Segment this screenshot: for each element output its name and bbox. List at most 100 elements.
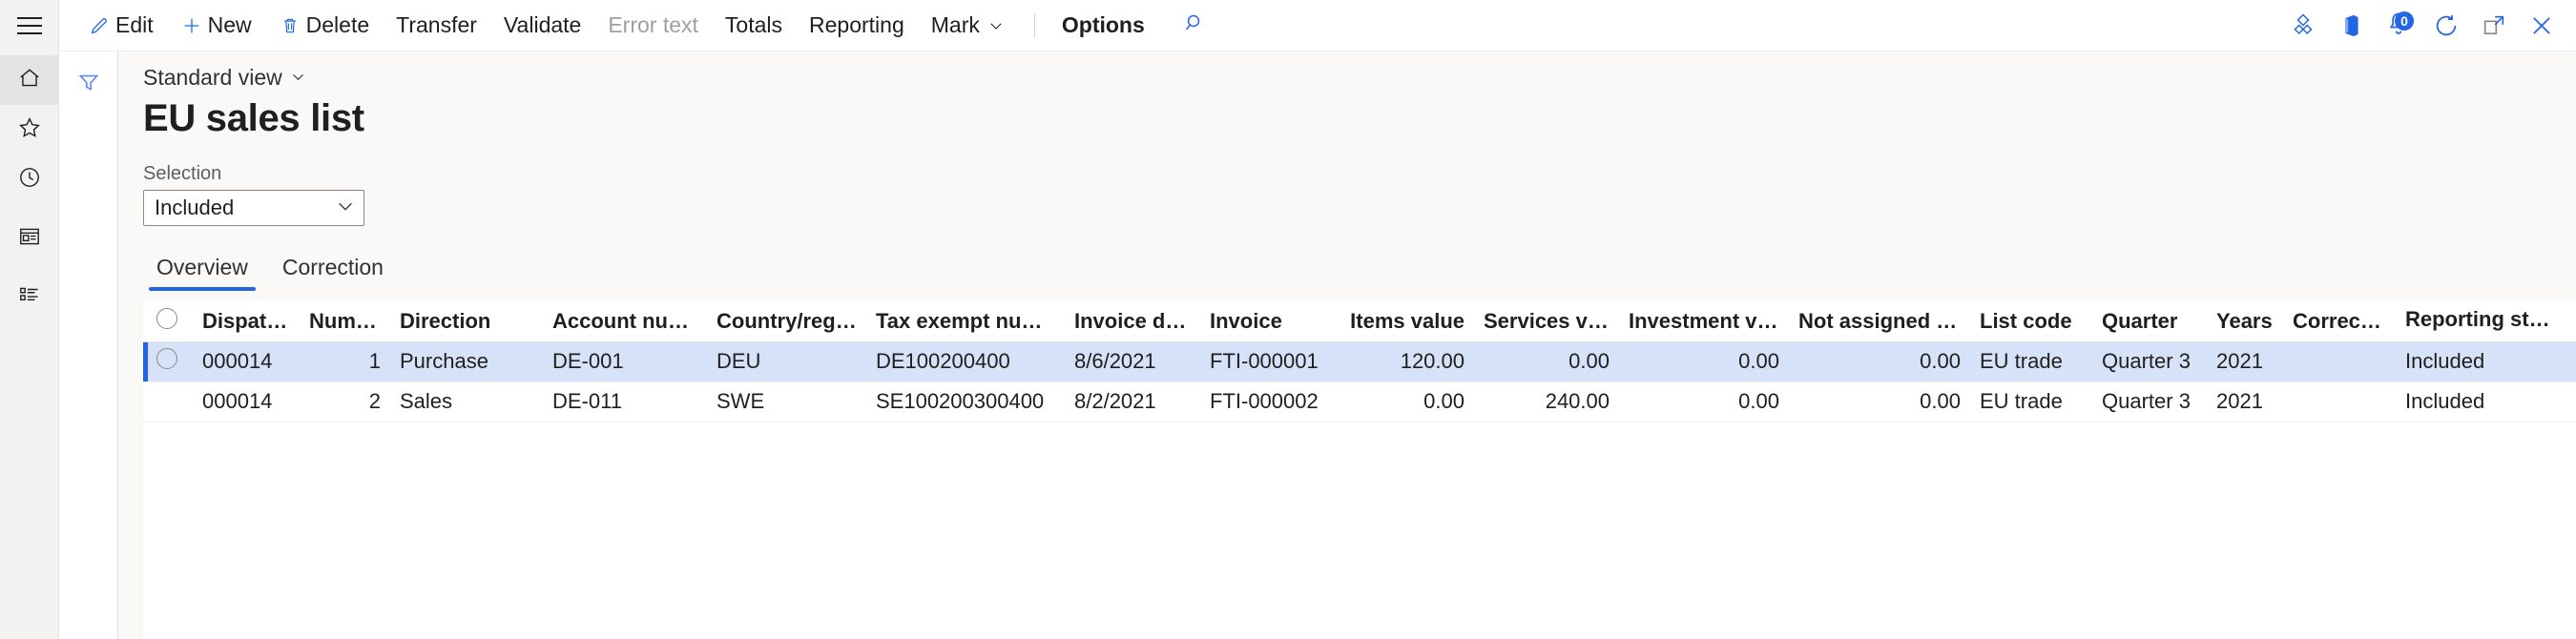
- options-label: Options: [1062, 14, 1145, 36]
- workspace-icon: [17, 224, 42, 254]
- cell-not-assigned-value: 0.00: [1789, 341, 1970, 381]
- command-bar-right-icons: 0: [2282, 0, 2563, 52]
- tab-correction[interactable]: Correction: [269, 249, 397, 291]
- edit-button[interactable]: Edit: [74, 7, 167, 45]
- selection-label: Selection: [143, 163, 2576, 185]
- cell-status-check: [2567, 341, 2576, 381]
- cell-investment-value: 0.00: [1619, 381, 1789, 422]
- mark-menu-button[interactable]: Mark: [918, 7, 1021, 45]
- grid-container: Dispatch Number Direction Account number…: [143, 300, 2576, 639]
- share-diamond-icon[interactable]: [2282, 5, 2324, 47]
- cell-investment-value: 0.00: [1619, 341, 1789, 381]
- column-header-dispatch[interactable]: Dispatch: [193, 301, 300, 341]
- filter-pane-button[interactable]: [59, 65, 118, 103]
- cell-services-value: 240.00: [1474, 381, 1619, 422]
- trash-icon: [279, 14, 301, 37]
- reporting-button[interactable]: Reporting: [796, 7, 918, 45]
- view-selector-label: Standard view: [143, 65, 282, 91]
- sidebar-item-recent[interactable]: [0, 155, 59, 204]
- column-header-items-value[interactable]: Items value: [1336, 301, 1474, 341]
- cell-items-value: 0.00: [1336, 381, 1474, 422]
- totals-button[interactable]: Totals: [712, 7, 796, 45]
- cell-years: 2021: [2207, 341, 2283, 381]
- column-header-country-region[interactable]: Country/region: [707, 301, 866, 341]
- cell-services-value: 0.00: [1474, 341, 1619, 381]
- view-selector[interactable]: Standard view: [143, 65, 306, 91]
- column-header-not-assigned-value[interactable]: Not assigned value: [1789, 301, 1970, 341]
- validate-label: Validate: [504, 14, 581, 36]
- nav-spacer-2: [0, 263, 58, 273]
- column-header-corrected[interactable]: Corrected: [2283, 301, 2396, 341]
- transfer-button[interactable]: Transfer: [383, 7, 490, 45]
- column-header-tax-exempt-number[interactable]: Tax exempt number: [866, 301, 1065, 341]
- cell-account-number[interactable]: DE-011: [543, 381, 707, 422]
- table-row[interactable]: 000014 2 Sales DE-011 SWE SE100200300400…: [143, 381, 2576, 422]
- totals-label: Totals: [725, 14, 782, 36]
- cell-tax-exempt-number[interactable]: DE100200400: [866, 341, 1065, 381]
- main-menu-button[interactable]: [0, 0, 59, 52]
- refresh-icon[interactable]: [2425, 5, 2467, 47]
- sidebar-item-workspaces[interactable]: [0, 214, 59, 263]
- table-row[interactable]: 000014 1 Purchase DE-001 DEU DE100200400…: [143, 341, 2576, 381]
- cell-number: 1: [300, 341, 390, 381]
- row-select-cell[interactable]: [143, 341, 193, 381]
- cell-invoice: FTI-000002: [1200, 381, 1336, 422]
- grid-body: 000014 1 Purchase DE-001 DEU DE100200400…: [143, 341, 2576, 422]
- column-header-invoice[interactable]: Invoice: [1200, 301, 1336, 341]
- grid-options-button[interactable]: [2567, 301, 2576, 341]
- filter-funnel-icon: [76, 70, 101, 99]
- cell-reporting-status: Included: [2396, 341, 2567, 381]
- cell-tax-exempt-number[interactable]: SE100200300400: [866, 381, 1065, 422]
- office-app-icon[interactable]: [2330, 5, 2372, 47]
- sidebar-item-modules[interactable]: [0, 273, 59, 322]
- new-button[interactable]: New: [167, 7, 265, 45]
- column-header-account-number[interactable]: Account number: [543, 301, 707, 341]
- cell-dispatch: 000014: [193, 381, 300, 422]
- column-header-list-code[interactable]: List code: [1970, 301, 2092, 341]
- column-header-investment-value[interactable]: Investment value: [1619, 301, 1789, 341]
- select-all-radio[interactable]: [156, 308, 177, 329]
- tab-correction-label: Correction: [282, 255, 384, 279]
- column-header-years[interactable]: Years: [2207, 301, 2283, 341]
- selection-value: Included: [155, 196, 335, 220]
- cell-direction: Purchase: [390, 341, 543, 381]
- selection-field-group: Selection Included: [143, 163, 2576, 226]
- column-header-invoice-date[interactable]: Invoice date: [1065, 301, 1200, 341]
- column-header-quarter[interactable]: Quarter: [2092, 301, 2207, 341]
- cell-reporting-status: Included: [2396, 381, 2567, 422]
- row-select-radio[interactable]: [156, 348, 177, 369]
- cell-direction: Sales: [390, 381, 543, 422]
- cell-years: 2021: [2207, 381, 2283, 422]
- search-button[interactable]: [1175, 7, 1214, 45]
- cell-account-number[interactable]: DE-001: [543, 341, 707, 381]
- cell-list-code: EU trade: [1970, 341, 2092, 381]
- sidebar-item-home[interactable]: [0, 55, 59, 105]
- cell-quarter: Quarter 3: [2092, 381, 2207, 422]
- close-icon[interactable]: [2521, 5, 2563, 47]
- popout-icon[interactable]: [2473, 5, 2515, 47]
- column-header-number[interactable]: Number: [300, 301, 390, 341]
- tab-strip: Overview Correction: [118, 226, 2576, 291]
- cell-country-region[interactable]: SWE: [707, 381, 866, 422]
- tab-overview[interactable]: Overview: [143, 249, 261, 291]
- notification-count-badge: 0: [2395, 11, 2414, 31]
- cell-invoice-date: 8/6/2021: [1065, 341, 1200, 381]
- sidebar-item-favorites[interactable]: [0, 105, 59, 155]
- star-icon: [17, 115, 42, 145]
- validate-button[interactable]: Validate: [490, 7, 594, 45]
- column-header-direction[interactable]: Direction: [390, 301, 543, 341]
- select-all-header[interactable]: [143, 301, 193, 341]
- chevron-down-icon: [290, 65, 306, 91]
- main-content: Standard view EU sales list Selection In…: [118, 52, 2576, 639]
- edit-label: Edit: [115, 14, 154, 36]
- list-icon: [17, 283, 42, 313]
- column-header-services-value[interactable]: Services value: [1474, 301, 1619, 341]
- selection-dropdown[interactable]: Included: [143, 190, 364, 226]
- delete-button[interactable]: Delete: [265, 7, 383, 45]
- navigation-rail: [0, 52, 59, 639]
- column-header-reporting-status[interactable]: Reporting status: [2396, 301, 2567, 341]
- options-button[interactable]: Options: [1049, 7, 1158, 45]
- notifications-button[interactable]: 0: [2378, 5, 2420, 47]
- row-select-cell[interactable]: [143, 381, 193, 422]
- cell-country-region[interactable]: DEU: [707, 341, 866, 381]
